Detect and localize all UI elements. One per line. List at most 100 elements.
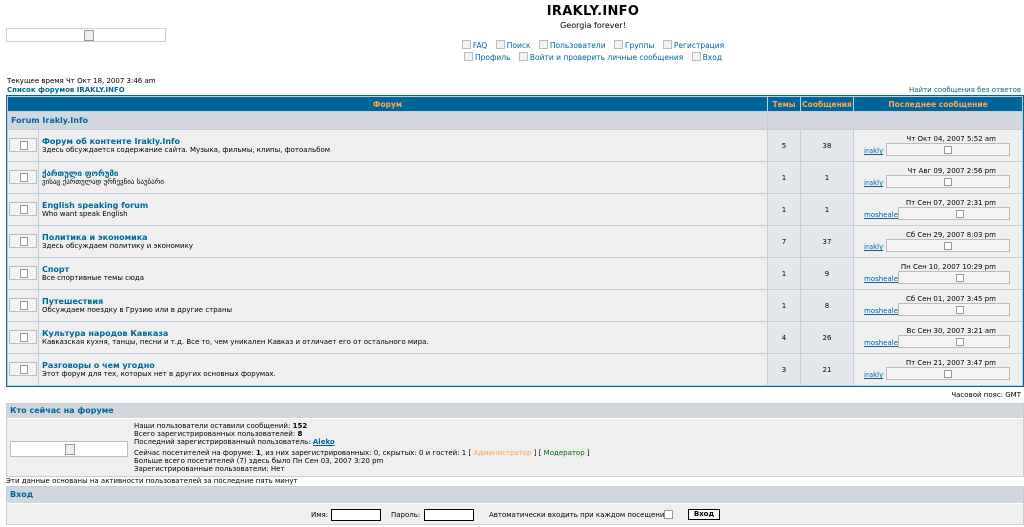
forum-last-post-cell: Пт Сен 07, 2007 2:31 pm moshealex [854,194,1022,225]
username-input[interactable] [331,509,381,521]
last-post-date: Чт Авг 09, 2007 2:56 pm [907,167,996,175]
nav-faq-link[interactable]: FAQ [461,40,487,50]
total-users-text: Всего зарегистрированных пользователей: … [134,430,303,438]
forum-posts-count: 26 [801,322,853,353]
autologin-label: Автоматически входить при каждом посещен… [489,511,669,519]
legend-moderator: Модератор [543,449,585,457]
forum-folder-icon [9,137,37,152]
forum-info-cell: Культура народов Кавказа Кавказская кухня… [39,322,767,353]
forum-folder-icon [9,265,37,280]
last-post-column-header: Последнее сообщение [854,97,1022,111]
last-post-icon[interactable] [898,335,1010,348]
nav-search-link[interactable]: Поиск [495,40,531,50]
nav-messages-link[interactable]: Войти и проверить личные сообщения [518,52,683,62]
forum-posts-count: 9 [801,258,853,289]
forum-name-link[interactable]: English speaking forum [42,201,767,210]
forum-topics-count: 5 [768,130,800,161]
last-post-icon[interactable] [898,271,1010,284]
nav-members-link[interactable]: Пользователи [538,40,606,50]
last-post-user-link[interactable]: moshealex [864,275,902,283]
nav-login-link[interactable]: Вход [691,52,722,62]
forum-description: Все спортивные темы сюда [42,274,145,282]
last-post-date: Чт Окт 04, 2007 5:52 am [906,135,996,143]
newest-user-link[interactable]: Aleko [313,438,335,446]
forum-topics-count: 3 [768,354,800,385]
last-post-user-link[interactable]: moshealex [864,307,902,315]
last-post-date: Пн Сен 10, 2007 10:29 pm [900,263,996,271]
last-post-icon[interactable] [886,239,1010,252]
site-description: Georgia forever! [560,21,626,30]
forum-info-cell: Разговоры о чем угодно Этот форум для тех… [39,354,767,385]
forum-folder-cell [8,322,38,353]
last-post-user-link[interactable]: moshealex [864,339,902,347]
forum-folder-cell [8,162,38,193]
who-is-online-panel: Кто сейчас на форуме Наши пользователи о… [6,403,1024,477]
nav-register-link[interactable]: Регистрация [662,40,724,50]
forum-name-link[interactable]: Форум об контенте Irakly.Info [42,137,767,146]
last-post-icon[interactable] [886,367,1010,380]
forum-info-cell: Путешествия Обсуждаем поездку в Грузию ил… [39,290,767,321]
profile-icon [463,52,473,61]
nav-profile-link[interactable]: Профиль [463,52,510,62]
forum-name-link[interactable]: Путешествия [42,297,767,306]
forum-name-link[interactable]: Политика и экономика [42,233,767,242]
record-users-text: Больше всего посетителей (7) здесь было … [134,457,384,465]
forum-name-link[interactable]: ქართული ფორუმი [42,169,767,178]
category-link[interactable]: Forum Irakly.Info [8,116,88,125]
forum-info-cell: English speaking forum Who want speak Eng… [39,194,767,225]
last-post-date: Сб Сен 01, 2007 3:45 pm [905,295,996,303]
last-post-user-link[interactable]: moshealex [864,211,902,219]
forum-info-cell: Форум об контенте Irakly.Info Здесь обсуж… [39,130,767,161]
forum-index-link[interactable]: Список форумов IRAKLY.INFO [7,86,125,94]
forum-description: Здесь обсуждается содержание сайта. Музы… [42,146,331,154]
forum-row: Спорт Все спортивные темы сюда 1 9 Пн Сен 10… [8,258,1022,289]
who-is-online-title[interactable]: Кто сейчас на форуме [7,406,114,415]
total-posts-text: Наши пользователи оставили сообщений: 15… [134,422,308,430]
last-post-user-link[interactable]: irakly [864,243,883,251]
posts-column-header: Сообщения [801,97,853,111]
login-button[interactable]: Вход [688,509,720,520]
legend-administrator: Администратор [473,449,532,457]
timezone-label: Часовой пояс: GMT [951,391,1021,399]
last-post-icon[interactable] [898,207,1010,220]
last-post-icon[interactable] [898,303,1010,316]
forum-description: ვისაც ქართულად ურჩევნია საუბარი [42,178,164,186]
forum-list-table: Форум Темы Сообщения Последнее сообщение… [6,95,1024,387]
forum-posts-count: 1 [801,162,853,193]
forum-folder-cell [8,258,38,289]
forum-row: Путешествия Обсуждаем поездку в Грузию ил… [8,290,1022,321]
last-post-icon[interactable] [886,175,1010,188]
forum-info-cell: ქართული ფორუმი ვისაც ქართულად ურჩევნია სა… [39,162,767,193]
forum-name-link[interactable]: Спорт [42,265,767,274]
forum-topics-count: 4 [768,322,800,353]
forum-last-post-cell: Пн Сен 10, 2007 10:29 pm moshealex [854,258,1022,289]
unanswered-posts-link[interactable]: Найти сообщения без ответов [909,86,1021,94]
autologin-checkbox[interactable] [664,510,673,519]
forum-row: English speaking forum Who want speak Eng… [8,194,1022,225]
login-panel: Вход Имя: Пароль: Автоматически входить … [6,486,1024,525]
forum-last-post-cell: Вс Сен 30, 2007 3:21 am moshealex [854,322,1022,353]
last-post-icon[interactable] [886,143,1010,156]
forum-column-header: Форум [8,97,767,111]
forum-last-post-cell: Сб Сен 29, 2007 8:03 pm irakly [854,226,1022,257]
forum-info-cell: Политика и экономика Здесь обсуждаем поли… [39,226,767,257]
forum-row: Культура народов Кавказа Кавказская кухня… [8,322,1022,353]
groups-icon [613,40,623,49]
login-title[interactable]: Вход [7,490,33,499]
last-post-user-link[interactable]: irakly [864,179,883,187]
last-post-user-link[interactable]: irakly [864,147,883,155]
forum-row: Разговоры о чем угодно Этот форум для тех… [8,354,1022,385]
forum-folder-cell [8,130,38,161]
nav-groups-link[interactable]: Группы [613,40,654,50]
forum-folder-icon [9,201,37,216]
search-icon [495,40,505,49]
forum-name-link[interactable]: Разговоры о чем угодно [42,361,767,370]
forum-name-link[interactable]: Культура народов Кавказа [42,329,767,338]
last-post-date: Пт Сен 07, 2007 2:31 pm [905,199,996,207]
password-input[interactable] [424,509,474,521]
forum-folder-icon [9,169,37,184]
last-post-user-link[interactable]: irakly [864,371,883,379]
forum-topics-count: 1 [768,290,800,321]
online-users-text: Сейчас посетителей на форуме: 1, из них … [134,449,590,457]
last-post-date: Вс Сен 30, 2007 3:21 am [906,327,996,335]
